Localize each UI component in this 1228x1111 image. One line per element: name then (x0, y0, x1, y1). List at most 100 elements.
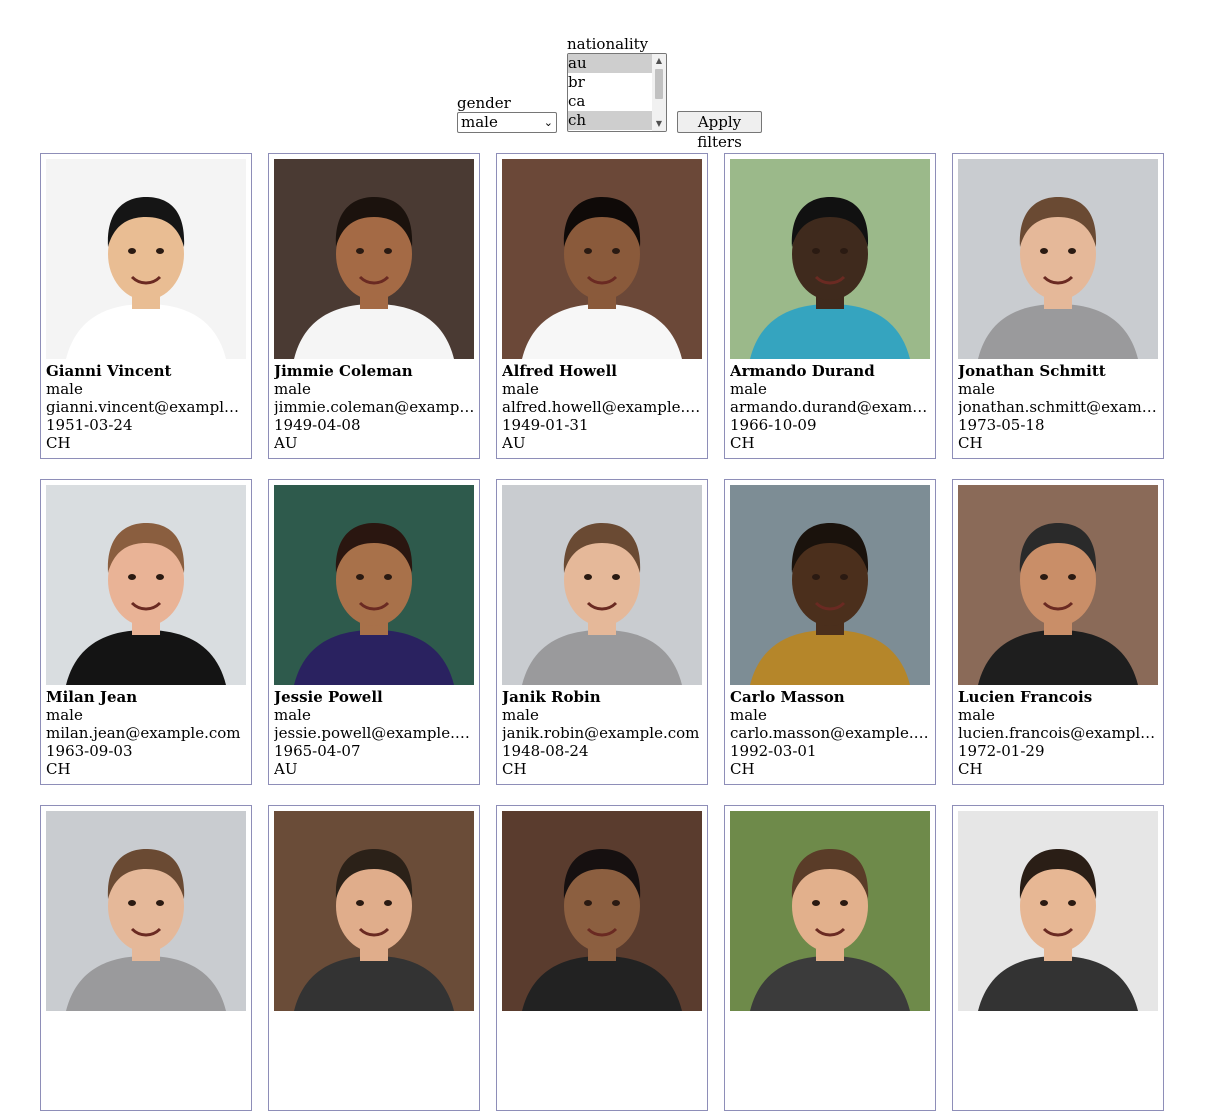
person-nationality: CH (730, 760, 755, 778)
chevron-down-icon: ⌄ (543, 116, 553, 129)
person-gender: male (274, 380, 311, 398)
person-dob: 1951-03-24 (46, 416, 133, 434)
scroll-up-arrow-icon[interactable]: ▲ (652, 55, 666, 67)
person-gender: male (958, 706, 995, 724)
person-gender: male (46, 706, 83, 724)
person-gender: male (730, 380, 767, 398)
person-name: Alfred Howell (502, 362, 617, 380)
person-gender: male (502, 706, 539, 724)
person-dob: 1948-08-24 (502, 742, 589, 760)
gender-select[interactable]: male ⌄ (457, 112, 557, 133)
person-card: Jessie Powell male jessie.powell@example.c… (268, 479, 480, 785)
person-info: Gianni Vincent male gianni.vincent@example… (46, 362, 247, 452)
person-info: Lucien Francois male lucien.francois@examp… (958, 688, 1159, 778)
person-email: jonathan.schmitt@example.com (958, 398, 1159, 416)
person-email: alfred.howell@example.com (502, 398, 703, 416)
person-email: milan.jean@example.com (46, 724, 241, 742)
person-info: Jonathan Schmitt male jonathan.schmitt@exa… (958, 362, 1159, 452)
person-dob: 1973-05-18 (958, 416, 1045, 434)
nationality-scrollbar[interactable]: ▲ ▼ (652, 54, 666, 131)
person-card (40, 805, 252, 1111)
person-card: Jimmie Coleman male jimmie.coleman@example… (268, 153, 480, 459)
person-card: Jonathan Schmitt male jonathan.schmitt@exa… (952, 153, 1164, 459)
person-dob: 1966-10-09 (730, 416, 817, 434)
person-nationality: CH (46, 760, 71, 778)
person-gender: male (46, 380, 83, 398)
person-gender: male (274, 706, 311, 724)
nationality-option[interactable]: ch (568, 111, 652, 130)
apply-filters-button[interactable]: Apply filters (677, 111, 762, 151)
person-photo (958, 485, 1158, 685)
nationality-multiselect[interactable]: au br ca ch ▲ ▼ (567, 53, 667, 132)
person-email: janik.robin@example.com (502, 724, 700, 742)
person-name: Carlo Masson (730, 688, 845, 706)
person-email: gianni.vincent@example.com (46, 398, 247, 416)
filters-form: gender male ⌄ nationality au br ca ch ▲ ▼ A… (0, 0, 1228, 151)
person-nationality: CH (502, 760, 527, 778)
person-card (496, 805, 708, 1111)
person-photo (46, 159, 246, 359)
person-photo (502, 159, 702, 359)
person-card (268, 805, 480, 1111)
person-card: Alfred Howell male alfred.howell@example.c… (496, 153, 708, 459)
person-photo (958, 811, 1158, 1011)
person-gender: male (958, 380, 995, 398)
nationality-option[interactable]: au (568, 54, 652, 73)
nationality-option[interactable]: ca (568, 92, 652, 111)
nationality-option[interactable]: br (568, 73, 652, 92)
person-email: armando.durand@example.com (730, 398, 931, 416)
person-info: Armando Durandmalearmando.durand@example… (730, 362, 931, 452)
person-name: Janik Robin (502, 688, 601, 706)
person-nationality: AU (274, 434, 298, 452)
person-info: Janik Robin male janik.robin@example.com 19… (502, 688, 703, 778)
person-nationality: CH (730, 434, 755, 452)
person-name: Jonathan Schmitt (958, 362, 1106, 380)
person-gender: male (502, 380, 539, 398)
person-name: Gianni Vincent (46, 362, 172, 380)
person-nationality: AU (274, 760, 298, 778)
scroll-thumb[interactable] (655, 69, 663, 99)
person-card: Janik Robin male janik.robin@example.com 19… (496, 479, 708, 785)
person-photo (730, 485, 930, 685)
person-info: Carlo Masson male carlo.masson@example.com… (730, 688, 931, 778)
person-info: Milan Jean male milan.jean@example.com 1963… (46, 688, 247, 778)
person-name: Armando Durand (730, 362, 875, 380)
person-photo (730, 159, 930, 359)
person-dob: 1949-01-31 (502, 416, 589, 434)
person-photo (274, 159, 474, 359)
person-info: Jessie Powell male jessie.powell@example.c… (274, 688, 475, 778)
nationality-label: nationality (567, 35, 649, 53)
person-card (724, 805, 936, 1111)
person-dob: 1963-09-03 (46, 742, 133, 760)
person-photo (46, 811, 246, 1011)
person-nationality: AU (502, 434, 526, 452)
person-dob: 1949-04-08 (274, 416, 361, 434)
person-photo (274, 811, 474, 1011)
gender-label: gender (457, 94, 511, 112)
person-photo (46, 485, 246, 685)
person-photo (958, 159, 1158, 359)
gender-select-value: male (461, 113, 498, 131)
person-dob: 1972-01-29 (958, 742, 1045, 760)
person-dob: 1965-04-07 (274, 742, 361, 760)
person-card: Carlo Masson male carlo.masson@example.com… (724, 479, 936, 785)
person-photo (502, 485, 702, 685)
person-email: jimmie.coleman@example.com (274, 398, 475, 416)
person-info: Jimmie Coleman male jimmie.coleman@example… (274, 362, 475, 452)
person-name: Lucien Francois (958, 688, 1093, 706)
person-card (952, 805, 1164, 1111)
person-card: Lucien Francois male lucien.francois@examp… (952, 479, 1164, 785)
person-email: lucien.francois@example.com (958, 724, 1159, 742)
person-info: Alfred Howell male alfred.howell@example.c… (502, 362, 703, 452)
person-card: Gianni Vincent male gianni.vincent@example… (40, 153, 252, 459)
person-name: Milan Jean (46, 688, 138, 706)
person-nationality: CH (958, 760, 983, 778)
person-nationality: CH (46, 434, 71, 452)
person-photo (730, 811, 930, 1011)
person-name: Jessie Powell (274, 688, 383, 706)
scroll-down-arrow-icon[interactable]: ▼ (652, 118, 666, 130)
person-card: Milan Jean male milan.jean@example.com 1963… (40, 479, 252, 785)
person-photo (502, 811, 702, 1011)
person-photo (274, 485, 474, 685)
person-email: carlo.masson@example.com (730, 724, 931, 742)
